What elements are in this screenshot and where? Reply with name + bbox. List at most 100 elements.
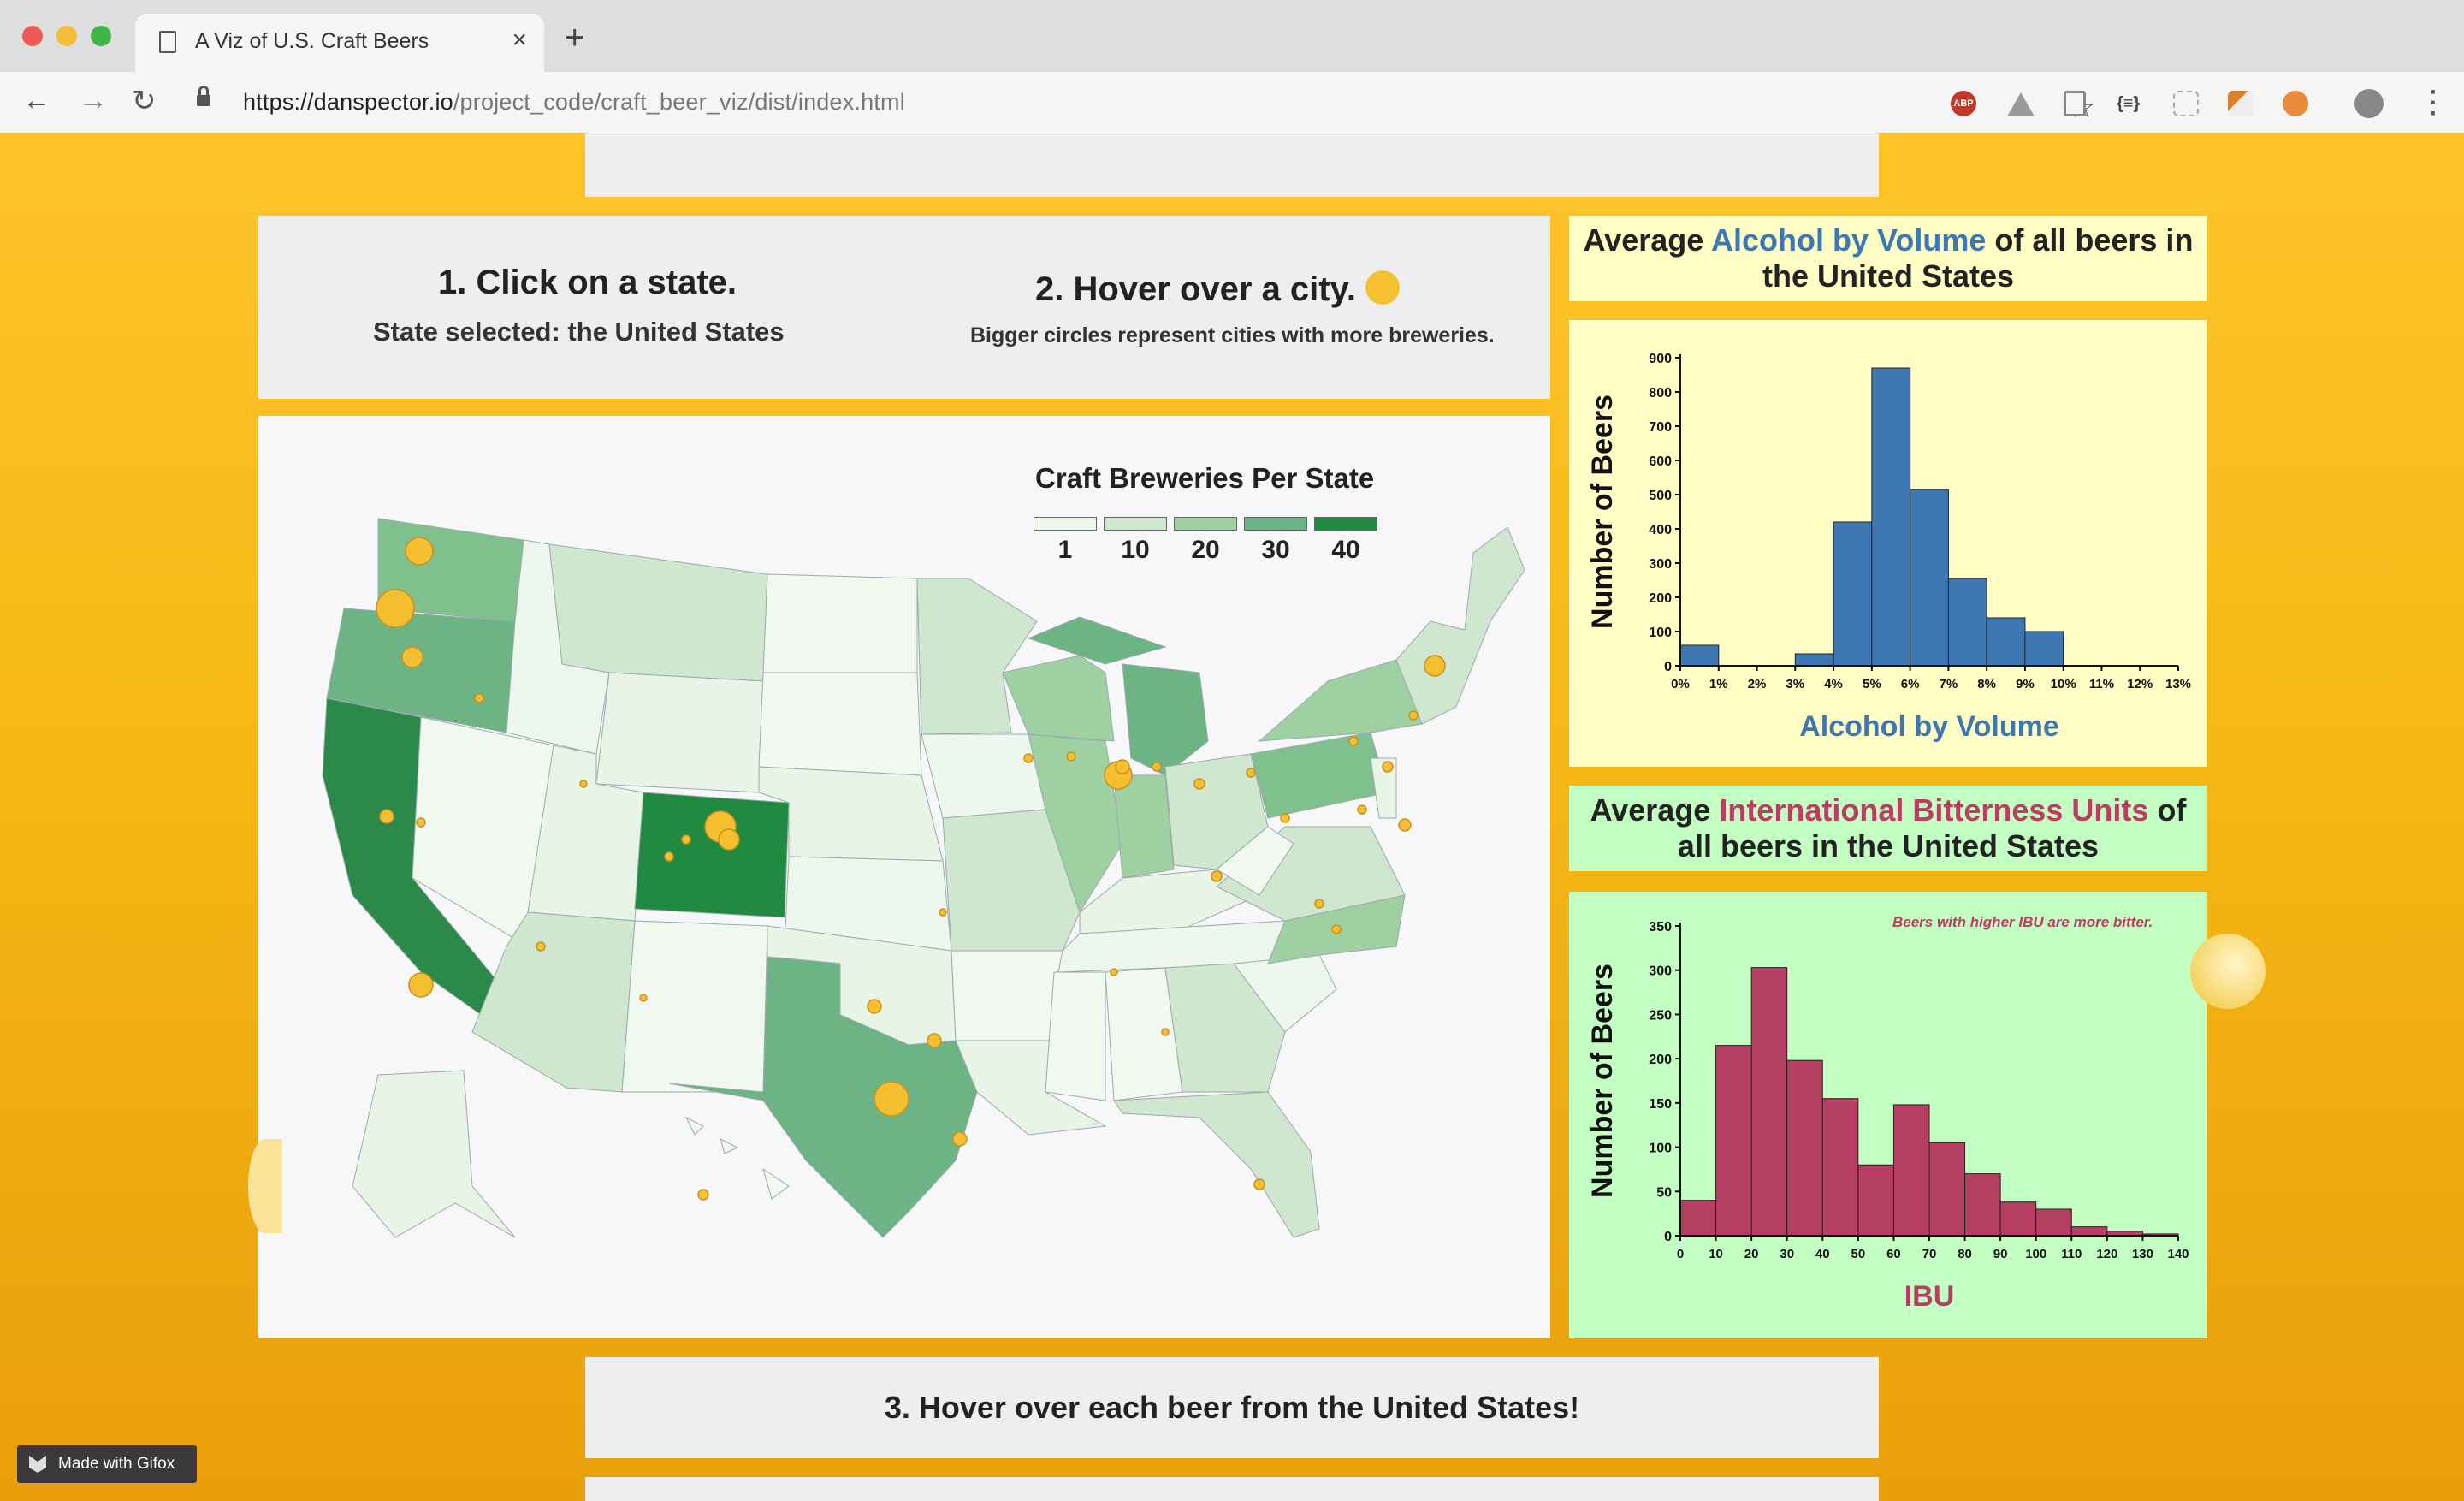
histogram-bar[interactable] bbox=[2070, 1226, 2108, 1237]
close-window-button[interactable] bbox=[22, 26, 43, 46]
tool-icon[interactable] bbox=[2228, 91, 2254, 116]
state-colorado bbox=[634, 792, 790, 918]
histogram-bar[interactable] bbox=[1786, 1059, 1823, 1237]
state-hawaii bbox=[684, 1116, 790, 1200]
abv-histogram[interactable]: 0 100 200 300 400 500 600 700 800 900 0% 1% 2% 3% 4% 5%… bbox=[1569, 320, 2207, 767]
city-circle[interactable] bbox=[405, 537, 434, 566]
city-circle[interactable] bbox=[401, 646, 424, 668]
ibu-note: Beers with higher IBU are more bitter. bbox=[1892, 914, 2153, 930]
profile-avatar[interactable] bbox=[2354, 89, 2384, 118]
city-circle[interactable] bbox=[718, 828, 740, 851]
city-circle[interactable] bbox=[639, 994, 648, 1002]
grid-icon[interactable] bbox=[2173, 91, 2199, 116]
histogram-bar[interactable] bbox=[1794, 653, 1834, 667]
histogram-bar[interactable] bbox=[1871, 367, 1911, 667]
reload-button[interactable]: ↻ bbox=[132, 84, 157, 118]
y-tick-label: 900 bbox=[1649, 352, 1672, 366]
city-circle[interactable] bbox=[952, 1131, 968, 1147]
histogram-bar[interactable] bbox=[1750, 967, 1788, 1237]
city-circle[interactable] bbox=[1246, 768, 1256, 778]
histogram-bar[interactable] bbox=[1857, 1164, 1894, 1237]
city-circle[interactable] bbox=[579, 780, 588, 788]
y-tick-label: 150 bbox=[1649, 1097, 1672, 1112]
maximize-window-button[interactable] bbox=[91, 26, 111, 46]
histogram-bar[interactable] bbox=[1928, 1142, 1966, 1237]
histogram-bar[interactable] bbox=[1986, 617, 2026, 667]
city-circle[interactable] bbox=[408, 972, 434, 998]
state-michigan-up bbox=[1027, 616, 1167, 665]
ibu-histogram[interactable]: 0 50 100 150 200 250 300 350 0 10 20 30 40 50 60 70 80 90… bbox=[1569, 892, 2207, 1338]
city-circle[interactable] bbox=[1110, 968, 1118, 976]
histogram-bar[interactable] bbox=[1679, 644, 1720, 667]
city-circle[interactable] bbox=[1424, 655, 1446, 677]
city-circle[interactable] bbox=[1382, 761, 1394, 773]
city-circle[interactable] bbox=[1066, 751, 1076, 762]
browser-menu-icon[interactable]: ⋮ bbox=[2418, 84, 2449, 120]
histogram-bar[interactable] bbox=[1715, 1045, 1752, 1237]
city-circle[interactable] bbox=[1152, 762, 1162, 772]
browser-tab[interactable]: A Viz of U.S. Craft Beers × bbox=[135, 14, 544, 72]
histogram-bar[interactable] bbox=[1910, 489, 1949, 667]
histogram-bar[interactable] bbox=[1892, 1104, 1930, 1237]
address-bar[interactable]: https://danspector.io/project_code/craft… bbox=[187, 79, 2094, 127]
state-montana bbox=[548, 543, 768, 682]
city-circle[interactable] bbox=[697, 1189, 709, 1201]
city-circle[interactable] bbox=[1331, 924, 1342, 934]
city-circle[interactable] bbox=[927, 1033, 942, 1048]
owl-icon[interactable] bbox=[2283, 91, 2308, 116]
state-indiana bbox=[1113, 774, 1175, 879]
city-circle[interactable] bbox=[1398, 818, 1412, 832]
city-circle[interactable] bbox=[1211, 870, 1223, 882]
histogram-bar[interactable] bbox=[2035, 1208, 2072, 1237]
city-circle[interactable] bbox=[681, 834, 691, 845]
city-circle[interactable] bbox=[874, 1081, 909, 1117]
forward-button[interactable]: → bbox=[79, 84, 108, 117]
histogram-bar[interactable] bbox=[1964, 1173, 2001, 1237]
histogram-bar[interactable] bbox=[1679, 1200, 1717, 1237]
state-selected-text: State selected: the United States bbox=[373, 317, 785, 347]
city-circle[interactable] bbox=[1280, 813, 1290, 823]
city-circle[interactable] bbox=[1408, 710, 1419, 721]
y-tick-label: 0 bbox=[1664, 1230, 1672, 1244]
minimize-window-button[interactable] bbox=[56, 26, 77, 46]
histogram-bar[interactable] bbox=[1999, 1201, 2037, 1237]
histogram-bar[interactable] bbox=[1947, 578, 1987, 667]
x-tick-label: 60 bbox=[1886, 1247, 1901, 1261]
histogram-bar[interactable] bbox=[1833, 521, 1873, 667]
city-circle[interactable] bbox=[1253, 1178, 1265, 1190]
back-button[interactable]: ← bbox=[22, 84, 51, 117]
abp-icon[interactable]: ABP bbox=[1951, 91, 1976, 116]
city-circle[interactable] bbox=[536, 941, 546, 952]
city-circle[interactable] bbox=[474, 693, 484, 703]
city-circle[interactable] bbox=[376, 589, 415, 628]
city-circle[interactable] bbox=[1348, 736, 1359, 746]
x-tick-label: 130 bbox=[2132, 1247, 2153, 1261]
json-icon[interactable]: {≡} bbox=[2117, 91, 2151, 116]
x-tick-label: 10% bbox=[2051, 677, 2076, 691]
y-tick-label: 100 bbox=[1649, 626, 1672, 640]
city-circle[interactable] bbox=[1357, 804, 1367, 815]
state-iowa bbox=[921, 733, 1046, 819]
city-circle[interactable] bbox=[664, 851, 674, 862]
tab-close-icon[interactable]: × bbox=[512, 26, 527, 55]
city-circle[interactable] bbox=[416, 817, 426, 828]
drive-icon[interactable] bbox=[2007, 92, 2035, 116]
abv-title-panel: Average Alcohol by Volume of all beers i… bbox=[1569, 216, 2207, 301]
city-circle[interactable] bbox=[1194, 778, 1205, 790]
map-panel: Craft Breweries Per State 1 10 20 30 40 bbox=[258, 416, 1550, 1338]
city-circle[interactable] bbox=[1115, 759, 1130, 774]
city-circle[interactable] bbox=[867, 999, 882, 1014]
new-tab-button[interactable]: + bbox=[565, 19, 584, 57]
city-circle[interactable] bbox=[1161, 1028, 1170, 1036]
city-circle[interactable] bbox=[939, 908, 947, 917]
step2-title: 2. Hover over a city. bbox=[1035, 270, 1356, 308]
x-tick-label: 7% bbox=[1940, 677, 1958, 691]
city-circle[interactable] bbox=[1314, 899, 1324, 909]
histogram-bar[interactable] bbox=[1821, 1098, 1859, 1237]
city-circle[interactable] bbox=[1023, 753, 1034, 763]
city-circle[interactable] bbox=[379, 809, 394, 824]
url-text: https://danspector.io/project_code/craft… bbox=[243, 89, 905, 115]
us-map[interactable] bbox=[258, 416, 1550, 1338]
doc-icon[interactable] bbox=[2064, 91, 2086, 116]
histogram-bar[interactable] bbox=[2024, 631, 2064, 667]
